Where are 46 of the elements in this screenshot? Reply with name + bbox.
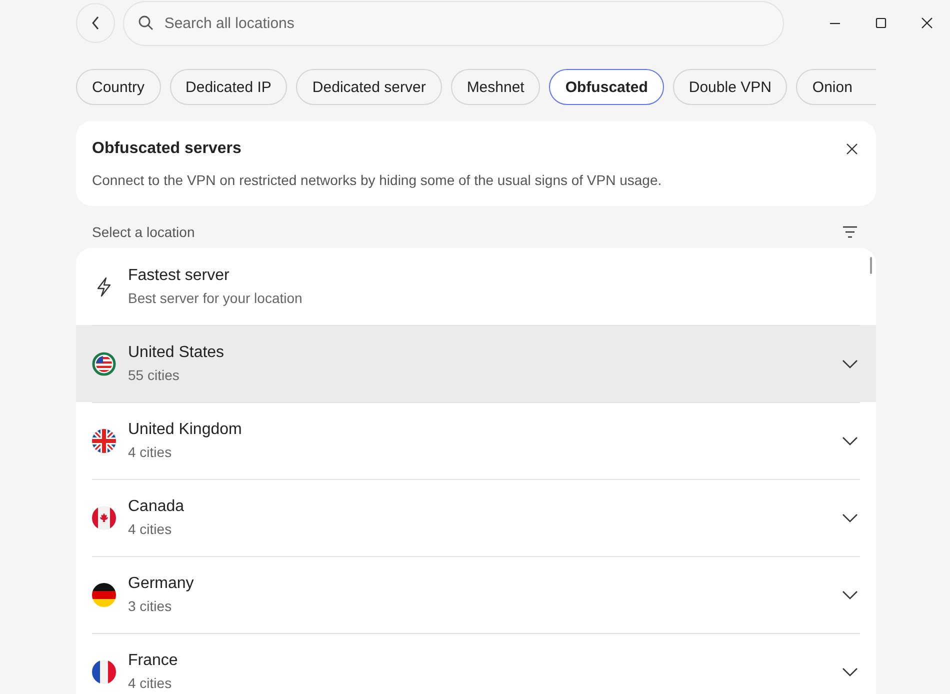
list-header-label: Select a location	[92, 224, 195, 240]
chevron-down-icon	[842, 512, 858, 522]
filter-chip[interactable]: Dedicated IP	[170, 69, 288, 105]
uk-flag-icon	[92, 428, 116, 452]
filter-chip[interactable]: Country	[76, 69, 161, 105]
location-row[interactable]: United Kingdom 4 cities	[76, 402, 876, 479]
filter-chip[interactable]: Onion	[796, 69, 876, 105]
location-row[interactable]: France 4 cities	[76, 633, 876, 694]
filter-icon	[842, 226, 858, 238]
location-detail: 4 cities	[128, 675, 172, 691]
chevron-down-icon	[842, 590, 858, 600]
location-name: Fastest server	[128, 267, 230, 285]
location-name: France	[128, 652, 178, 670]
france-flag-icon	[92, 660, 116, 684]
location-detail: 55 cities	[128, 367, 180, 383]
scrollbar[interactable]	[870, 257, 872, 274]
chevron-down-icon	[842, 666, 858, 676]
search-field[interactable]: Search all locations	[123, 0, 784, 46]
location-name: United States	[128, 344, 224, 362]
location-name: Germany	[128, 575, 194, 593]
germany-flag-icon	[92, 582, 116, 606]
canada-flag-icon	[92, 506, 116, 530]
filter-chip[interactable]: Obfuscated	[549, 69, 664, 105]
location-detail: 4 cities	[128, 521, 172, 537]
filter-chip[interactable]: Double VPN	[672, 69, 788, 105]
maximize-icon	[875, 17, 887, 29]
back-chevron-icon	[90, 15, 101, 31]
info-description: Connect to the VPN on restricted networks by hiding some of the usual signs of VPN usage.	[92, 172, 663, 188]
us-flag-icon	[92, 352, 116, 376]
location-name: United Kingdom	[128, 421, 242, 439]
chevron-down-icon	[842, 358, 858, 368]
location-detail: 4 cities	[128, 444, 172, 460]
location-detail: 3 cities	[128, 598, 172, 614]
filter-chip[interactable]: Meshnet	[450, 69, 540, 105]
info-title: Obfuscated servers	[92, 140, 242, 158]
close-icon	[921, 17, 933, 29]
search-icon	[138, 14, 154, 30]
location-row[interactable]: United States 55 cities	[76, 325, 876, 402]
location-detail: Best server for your location	[128, 290, 302, 306]
chevron-down-icon	[842, 436, 858, 446]
filter-chip[interactable]: Dedicated server	[296, 69, 442, 105]
location-name: Canada	[128, 498, 184, 516]
location-row[interactable]: Fastest server Best server for your location	[76, 248, 876, 325]
location-row[interactable]: Canada 4 cities	[76, 479, 876, 556]
location-row[interactable]: Germany 3 cities	[76, 556, 876, 633]
close-icon	[846, 143, 858, 155]
